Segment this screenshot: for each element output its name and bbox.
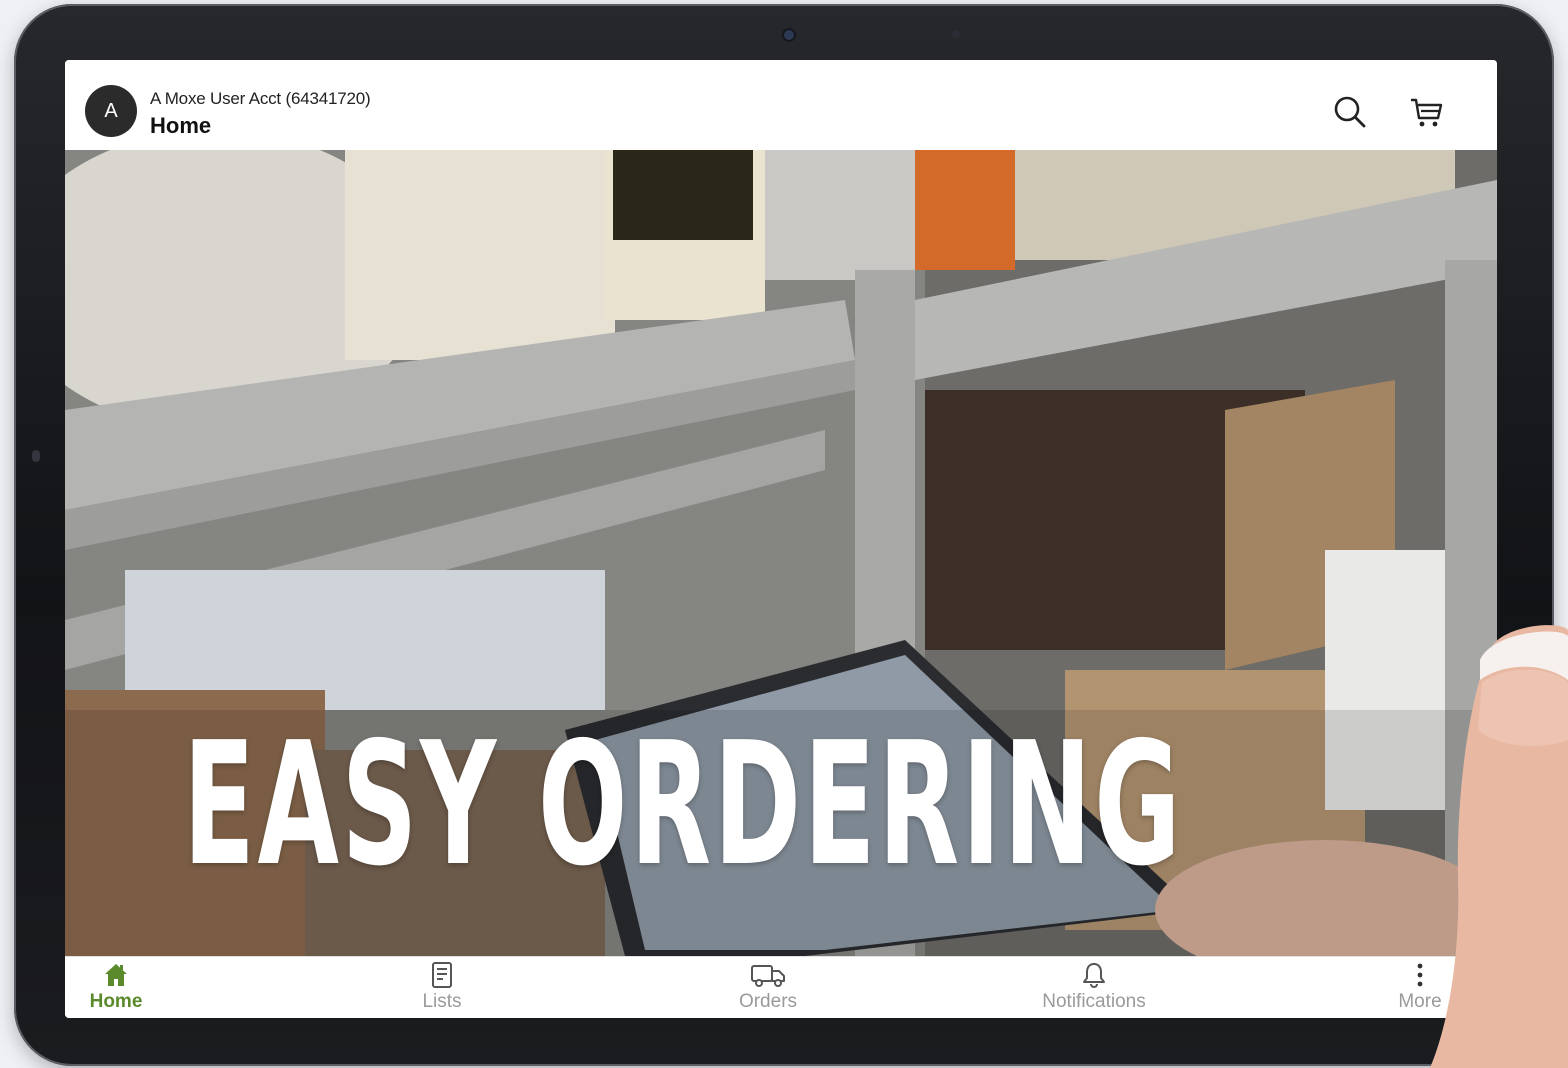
- sensor-dot: [952, 30, 960, 38]
- bell-icon: [1083, 963, 1105, 989]
- cart-button[interactable]: [1407, 92, 1447, 132]
- tab-notifications[interactable]: Notifications: [1019, 957, 1169, 1018]
- tab-lists[interactable]: Lists: [367, 957, 517, 1018]
- tab-orders-label: Orders: [738, 991, 798, 1012]
- home-icon: [105, 964, 127, 986]
- account-name: A Moxe User Acct (64341720): [150, 89, 371, 108]
- side-button: [32, 450, 40, 462]
- page-title: Home: [150, 113, 212, 138]
- hero-banner[interactable]: EASY ORDERING: [65, 150, 1497, 956]
- tab-lists-label: Lists: [422, 991, 462, 1012]
- app-screen: A A Moxe User Acct (64341720) Home EASY …: [65, 60, 1497, 1018]
- app-header: A A Moxe User Acct (64341720) Home: [65, 60, 1497, 150]
- search-button[interactable]: [1330, 92, 1370, 132]
- finger-graphic: [1430, 625, 1568, 1068]
- list-icon: [432, 962, 452, 988]
- search-icon: [1334, 96, 1366, 128]
- camera-dot: [782, 28, 796, 42]
- avatar[interactable]: A: [85, 85, 137, 137]
- bottom-tab-bar: Home Lists Orders Notifications More: [65, 956, 1497, 1018]
- truck-icon: [751, 965, 785, 987]
- hero-headline: EASY ORDERING: [183, 706, 1184, 904]
- tab-home[interactable]: Home: [65, 957, 191, 1018]
- tab-notifications-label: Notifications: [1042, 991, 1146, 1012]
- cart-icon: [1411, 98, 1443, 127]
- tab-orders[interactable]: Orders: [693, 957, 843, 1018]
- tab-home-label: Home: [89, 991, 143, 1012]
